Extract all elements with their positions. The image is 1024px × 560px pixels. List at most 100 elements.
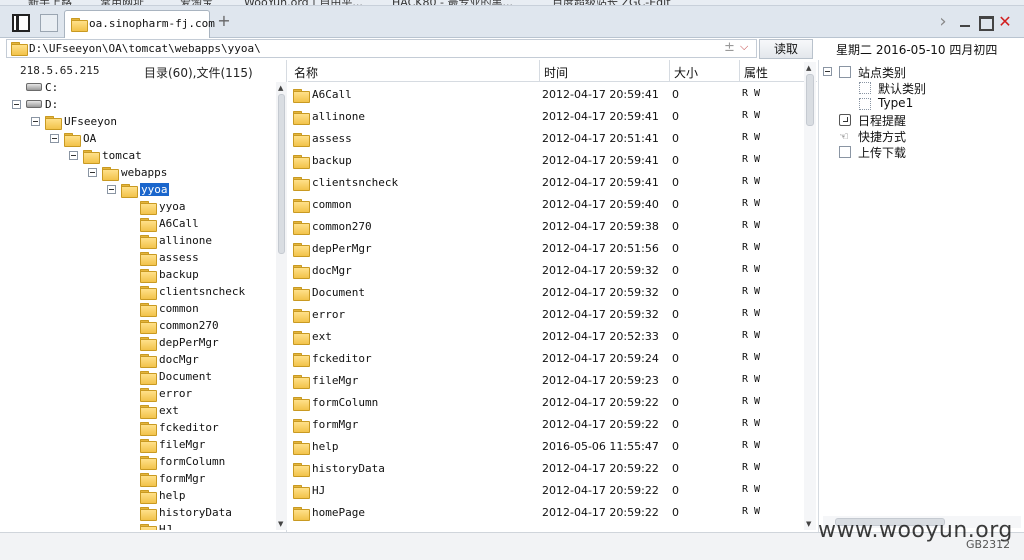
tree-node[interactable]: help [6, 488, 274, 504]
collapse-icon[interactable] [31, 117, 40, 126]
category-item[interactable]: 默认类别 [819, 80, 1019, 96]
file-row[interactable]: error 2012-04-17 20:59:32 0 R W [288, 304, 803, 326]
tree-node[interactable]: yyoa [6, 199, 274, 215]
chevron-down-icon[interactable]: ⌵ [740, 40, 748, 54]
tree-node[interactable]: A6Call [6, 216, 274, 232]
close-button[interactable]: ✕ [996, 13, 1014, 31]
scroll-thumb[interactable] [806, 74, 814, 126]
column-time-header[interactable]: 时间 [544, 64, 568, 81]
tree-node[interactable]: Document [6, 369, 274, 385]
tree-node[interactable]: depPerMgr [6, 335, 274, 351]
category-item[interactable]: 日程提醒 [819, 112, 1019, 128]
tree-node[interactable]: backup [6, 267, 274, 283]
tree-node[interactable]: ext [6, 403, 274, 419]
scroll-down-icon[interactable]: ▼ [806, 520, 811, 528]
date-display: 星期二 2016-05-10 四月初四 [836, 43, 998, 57]
folder-icon [293, 419, 310, 433]
file-name: fckeditor [312, 352, 372, 365]
file-row[interactable]: fileMgr 2012-04-17 20:59:23 0 R W [288, 370, 803, 392]
file-size: 0 [672, 286, 679, 299]
read-button[interactable]: 读取 [759, 39, 813, 59]
tree-node[interactable]: docMgr [6, 352, 274, 368]
scroll-up-icon[interactable]: ▲ [806, 64, 811, 72]
column-name-header[interactable]: 名称 [294, 64, 318, 81]
file-list-scrollbar[interactable]: ▲ ▼ [804, 62, 816, 530]
file-row[interactable]: assess 2012-04-17 20:51:41 0 R W [288, 128, 803, 150]
file-row[interactable]: formMgr 2012-04-17 20:59:22 0 R W [288, 414, 803, 436]
file-row[interactable]: fckeditor 2012-04-17 20:59:24 0 R W [288, 348, 803, 370]
column-divider [539, 60, 540, 82]
tree-node[interactable]: error [6, 386, 274, 402]
scroll-down-icon[interactable]: ▼ [278, 520, 283, 528]
path-toggle-icon[interactable]: ± [724, 40, 735, 55]
tree-node[interactable]: assess [6, 250, 274, 266]
file-row[interactable]: ext 2012-04-17 20:52:33 0 R W [288, 326, 803, 348]
collapse-icon[interactable] [88, 168, 97, 177]
clock-icon [839, 114, 851, 126]
tree-node[interactable]: formColumn [6, 454, 274, 470]
tree-node[interactable]: clientsncheck [6, 284, 274, 300]
tree-node[interactable]: D: [6, 97, 274, 113]
file-row[interactable]: A6Call 2012-04-17 20:59:41 0 R W [288, 84, 803, 106]
chevron-right-icon[interactable]: › [934, 13, 952, 31]
tree-node[interactable]: common [6, 301, 274, 317]
file-time: 2012-04-17 20:59:41 [542, 88, 659, 101]
file-row[interactable]: depPerMgr 2012-04-17 20:51:56 0 R W [288, 238, 803, 260]
file-row[interactable]: homePage 2012-04-17 20:59:22 0 R W [288, 502, 803, 524]
tab-list-icon[interactable] [40, 14, 58, 32]
tree-node[interactable]: formMgr [6, 471, 274, 487]
maximize-button[interactable] [976, 13, 994, 31]
file-name: allinone [312, 110, 365, 123]
new-tab-button[interactable]: + [216, 13, 232, 29]
category-item[interactable]: Type1 [819, 96, 1019, 112]
file-row[interactable]: common270 2012-04-17 20:59:38 0 R W [288, 216, 803, 238]
column-size-header[interactable]: 大小 [674, 64, 698, 81]
tree-node[interactable]: historyData [6, 505, 274, 521]
tree-node[interactable]: tomcat [6, 148, 274, 164]
scroll-thumb[interactable] [278, 94, 285, 254]
collapse-icon[interactable] [12, 100, 21, 109]
tab-active[interactable]: oa.sinopharm-fj.com [64, 10, 215, 38]
tree-node[interactable]: fckeditor [6, 420, 274, 436]
file-name: depPerMgr [312, 242, 372, 255]
scroll-up-icon[interactable]: ▲ [278, 84, 283, 92]
tree-node-label: fileMgr [159, 438, 206, 451]
collapse-icon[interactable] [69, 151, 78, 160]
tree-node-label: docMgr [159, 353, 199, 366]
collapse-icon[interactable] [823, 67, 832, 76]
tree-node[interactable]: webapps [6, 165, 274, 181]
category-item[interactable]: 站点类别 [819, 64, 1019, 80]
file-row[interactable]: clientsncheck 2012-04-17 20:59:41 0 R W [288, 172, 803, 194]
file-row[interactable]: historyData 2012-04-17 20:59:22 0 R W [288, 458, 803, 480]
path-input[interactable] [29, 41, 709, 56]
file-row[interactable]: HJ 2012-04-17 20:59:22 0 R W [288, 480, 803, 502]
file-row[interactable]: Document 2012-04-17 20:59:32 0 R W [288, 282, 803, 304]
file-name: HJ [312, 484, 326, 497]
column-attr-header[interactable]: 属性 [744, 64, 768, 81]
tree-node[interactable]: common270 [6, 318, 274, 334]
category-item[interactable]: 上传下载 [819, 144, 1019, 160]
hand-icon: ☜ [839, 130, 849, 143]
file-row[interactable]: common 2012-04-17 20:59:40 0 R W [288, 194, 803, 216]
file-attr: R W [742, 462, 761, 473]
tree-node[interactable]: C: [6, 80, 274, 96]
tree-node[interactable]: yyoa [6, 182, 274, 198]
collapse-icon[interactable] [50, 134, 59, 143]
encoding-label[interactable]: GB2312 [966, 538, 1010, 551]
file-row[interactable]: allinone 2012-04-17 20:59:41 0 R W [288, 106, 803, 128]
category-item[interactable]: ☜ 快捷方式 [819, 128, 1019, 144]
tree-node[interactable]: fileMgr [6, 437, 274, 453]
file-row[interactable]: formColumn 2012-04-17 20:59:22 0 R W [288, 392, 803, 414]
sidebar-toggle-icon[interactable] [12, 14, 30, 32]
file-row[interactable]: backup 2012-04-17 20:59:41 0 R W [288, 150, 803, 172]
tree-node[interactable]: OA [6, 131, 274, 147]
file-row[interactable]: help 2016-05-06 11:55:47 0 R W [288, 436, 803, 458]
tree-node[interactable]: UFseeyon [6, 114, 274, 130]
tree-node[interactable]: HJ [6, 522, 274, 530]
file-row[interactable]: docMgr 2012-04-17 20:59:32 0 R W [288, 260, 803, 282]
minimize-button[interactable] [956, 13, 974, 31]
tree-scrollbar[interactable]: ▲ ▼ [276, 82, 287, 530]
file-size: 0 [672, 484, 679, 497]
collapse-icon[interactable] [107, 185, 116, 194]
tree-node[interactable]: allinone [6, 233, 274, 249]
